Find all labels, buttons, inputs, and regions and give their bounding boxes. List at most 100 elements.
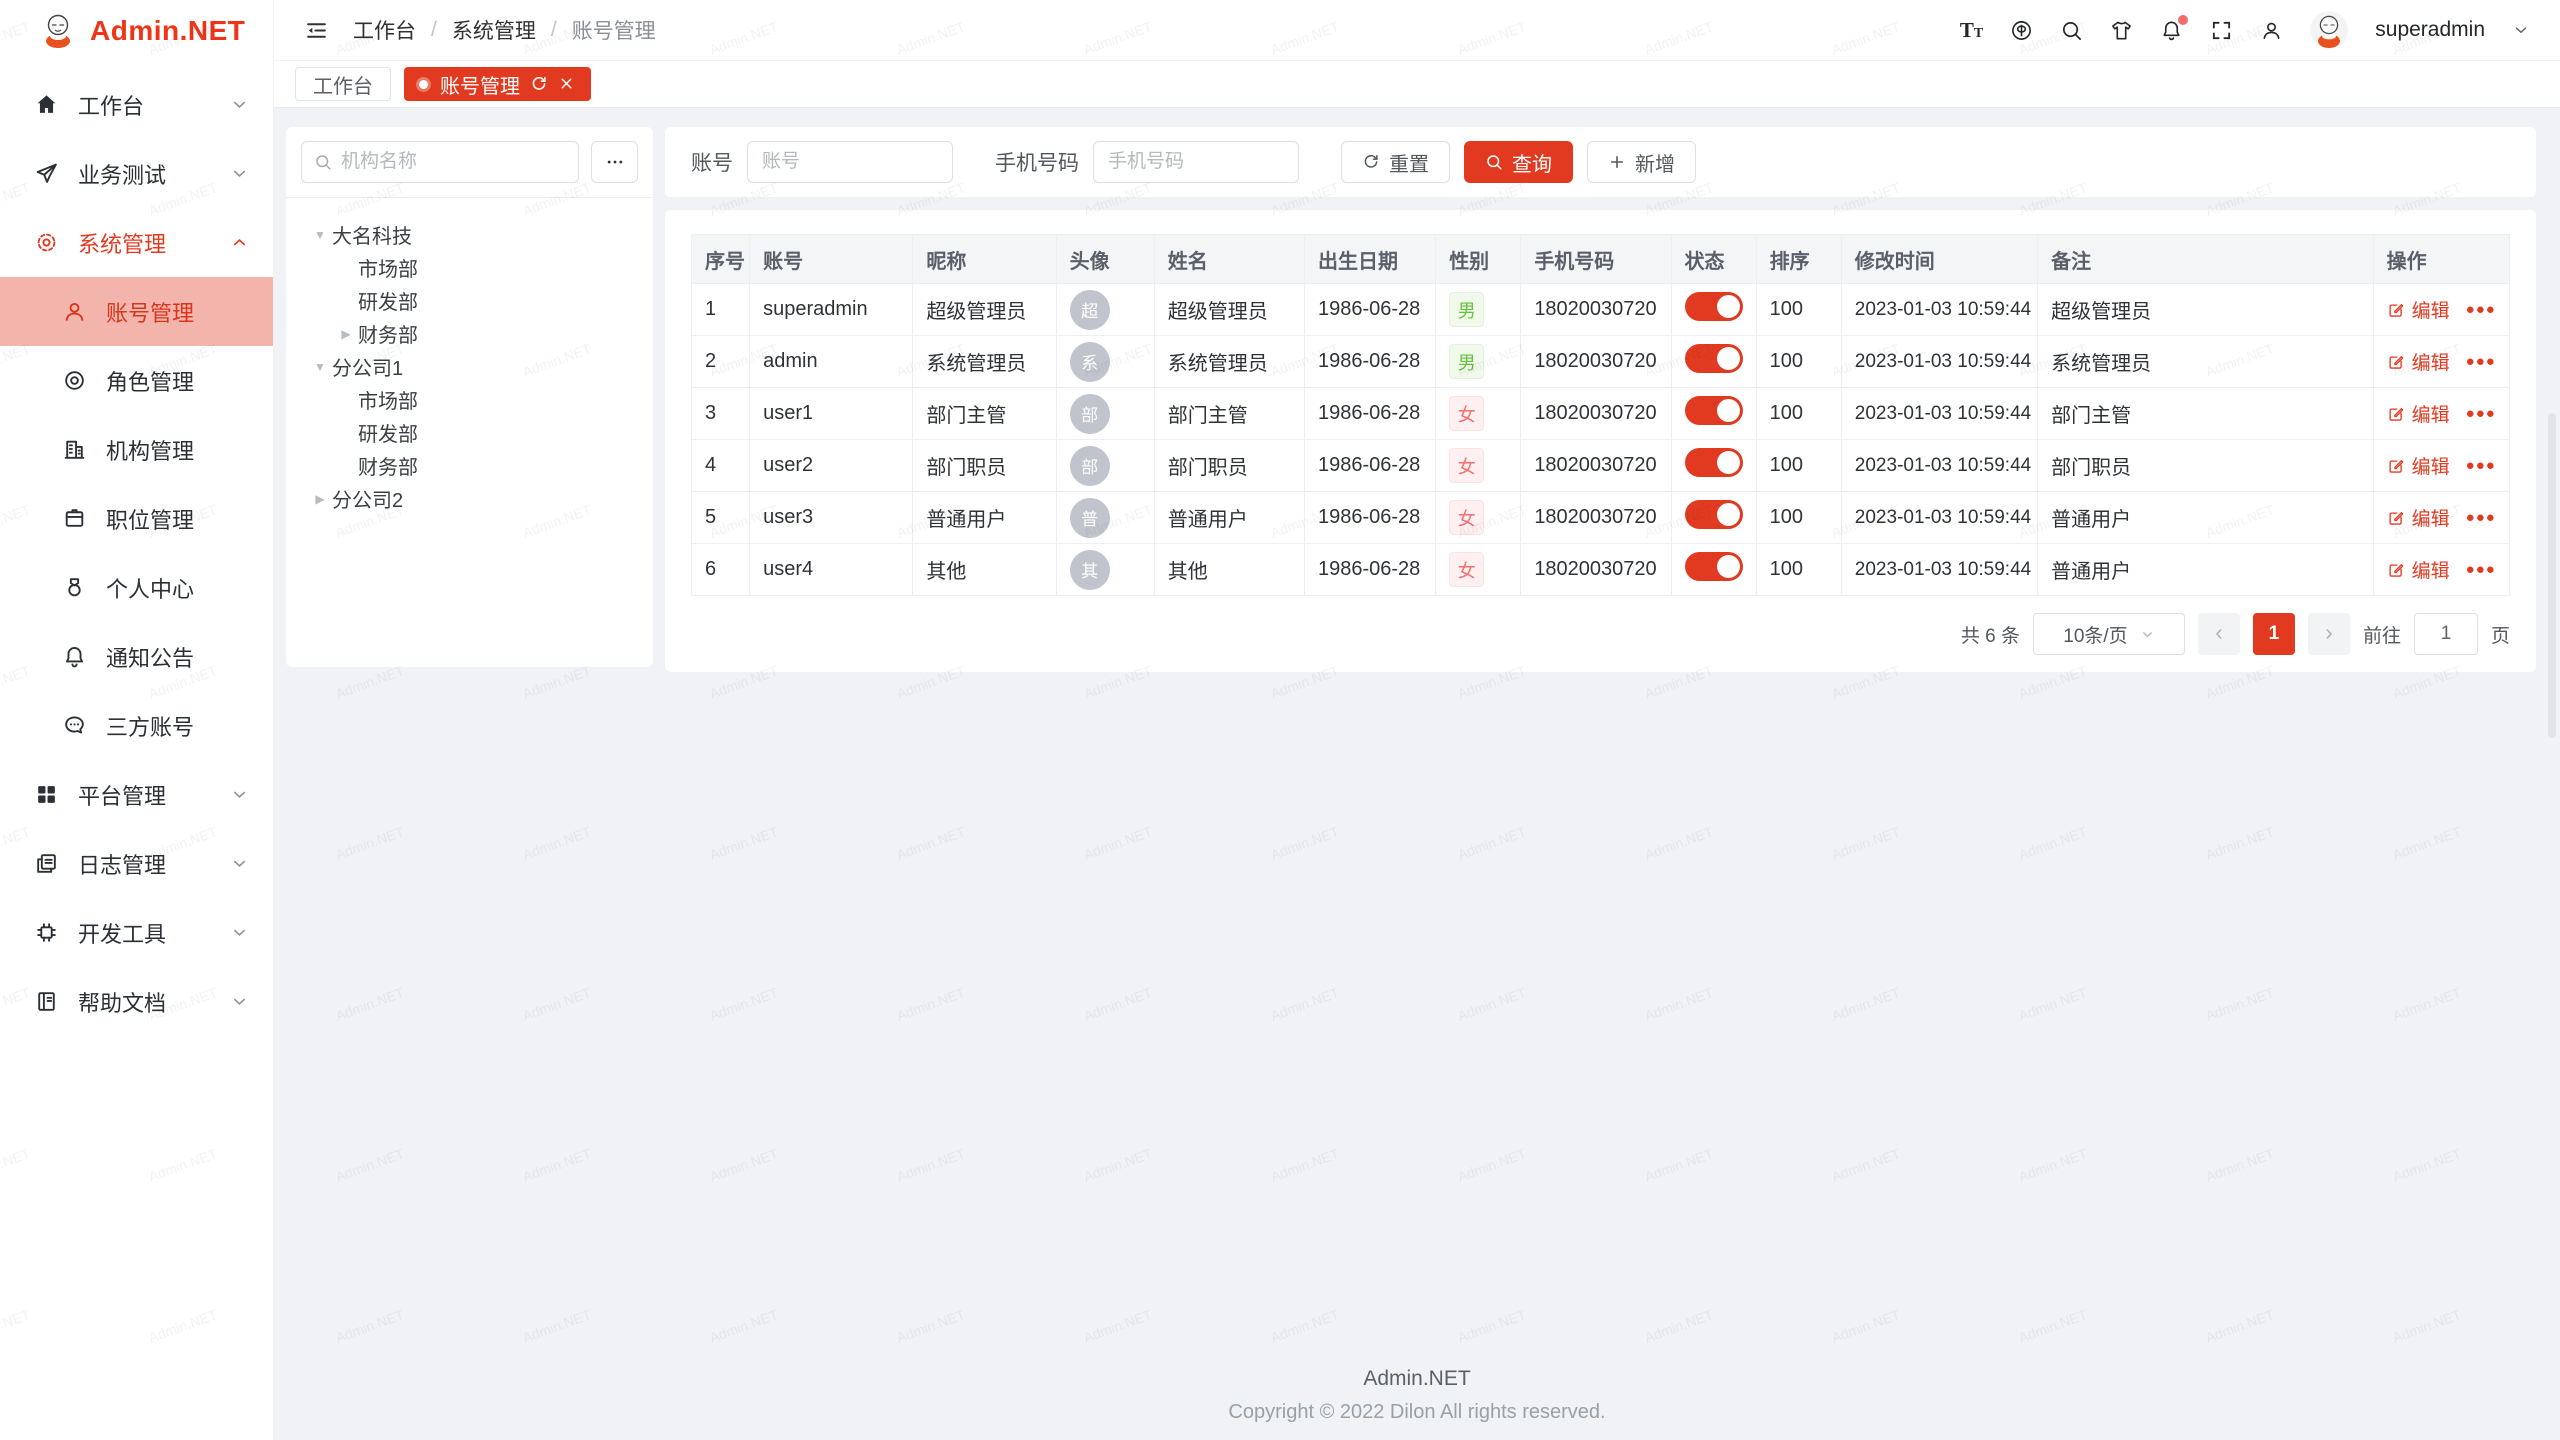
edit-button[interactable]: 编辑	[2387, 400, 2450, 427]
sidebar-item-label: 业务测试	[78, 158, 230, 190]
sidebar-item-账号管理[interactable]: 账号管理	[0, 277, 273, 346]
next-page-button[interactable]	[2308, 613, 2350, 655]
cell-name: 其他	[1154, 544, 1304, 596]
sidebar-item-机构管理[interactable]: 机构管理	[0, 415, 273, 484]
cell-sort: 100	[1756, 284, 1841, 336]
row-more-button[interactable]: ●●●	[2466, 457, 2496, 474]
column-header-出生日期: 出生日期	[1304, 235, 1435, 284]
org-tree-panel: ▼大名科技市场部研发部▶财务部▼分公司1市场部研发部财务部▶分公司2	[286, 127, 653, 667]
sidebar-item-业务测试[interactable]: 业务测试	[0, 139, 273, 208]
language-icon[interactable]	[2010, 19, 2033, 42]
cell-birth: 1986-06-28	[1304, 544, 1435, 596]
sidebar-item-系统管理[interactable]: 系统管理	[0, 208, 273, 277]
breadcrumb-item[interactable]: 系统管理	[452, 15, 536, 45]
chevron-down-icon[interactable]	[2512, 21, 2530, 39]
edit-button[interactable]: 编辑	[2387, 452, 2450, 479]
tree-node-市场部[interactable]: 市场部	[298, 383, 641, 416]
tree-node-label: 研发部	[358, 286, 418, 315]
sidebar-item-日志管理[interactable]: 日志管理	[0, 829, 273, 898]
org-more-button[interactable]	[591, 141, 638, 183]
cell-seq: 6	[692, 544, 750, 596]
cell-remark: 普通用户	[2038, 544, 2374, 596]
row-more-button[interactable]: ●●●	[2466, 509, 2496, 526]
phone-filter-input[interactable]	[1093, 141, 1299, 183]
tree-node-财务部[interactable]: 财务部	[298, 449, 641, 482]
person-icon[interactable]	[2260, 19, 2283, 42]
tree-node-分公司2[interactable]: ▶分公司2	[298, 482, 641, 515]
sidebar-item-工作台[interactable]: 工作台	[0, 70, 273, 139]
status-toggle[interactable]	[1685, 344, 1743, 373]
sidebar-item-个人中心[interactable]: 个人中心	[0, 553, 273, 622]
cell-phone: 18020030720	[1521, 440, 1671, 492]
status-toggle[interactable]	[1685, 292, 1743, 321]
username[interactable]: superadmin	[2375, 18, 2485, 42]
sidebar-item-label: 个人中心	[106, 572, 249, 604]
goto-page-input[interactable]	[2414, 613, 2478, 655]
column-header-序号: 序号	[692, 235, 750, 284]
table-row: 4user2部门职员部部门职员1986-06-28女18020030720100…	[692, 440, 2510, 492]
tree-node-财务部[interactable]: ▶财务部	[298, 317, 641, 350]
row-more-button[interactable]: ●●●	[2466, 405, 2496, 422]
app-title: Admin.NET	[90, 15, 245, 47]
sidebar-item-三方账号[interactable]: 三方账号	[0, 691, 273, 760]
row-more-button[interactable]: ●●●	[2466, 561, 2496, 578]
tab-refresh-icon[interactable]	[530, 75, 548, 93]
tab-close-icon[interactable]	[558, 75, 576, 93]
send-icon	[34, 161, 59, 186]
tree-node-研发部[interactable]: 研发部	[298, 284, 641, 317]
breadcrumb-item[interactable]: 工作台	[353, 15, 416, 45]
scrollbar[interactable]	[2548, 413, 2556, 738]
org-search-input[interactable]	[341, 151, 566, 173]
tree-caret-icon[interactable]: ▼	[308, 228, 332, 242]
page-number-current[interactable]: 1	[2253, 613, 2295, 655]
column-header-昵称: 昵称	[913, 235, 1056, 284]
font-size-icon[interactable]: TT	[1960, 18, 1983, 43]
row-more-button[interactable]: ●●●	[2466, 301, 2496, 318]
page-size-select[interactable]: 10条/页	[2033, 613, 2185, 655]
sidebar-item-职位管理[interactable]: 职位管理	[0, 484, 273, 553]
tree-node-分公司1[interactable]: ▼分公司1	[298, 350, 641, 383]
tree-node-大名科技[interactable]: ▼大名科技	[298, 218, 641, 251]
user-avatar[interactable]	[2310, 11, 2348, 49]
row-more-button[interactable]: ●●●	[2466, 353, 2496, 370]
edit-button[interactable]: 编辑	[2387, 348, 2450, 375]
sidebar-item-角色管理[interactable]: 角色管理	[0, 346, 273, 415]
prev-page-button[interactable]	[2198, 613, 2240, 655]
bell-icon[interactable]	[2160, 19, 2183, 42]
header-actions: TT	[1960, 11, 2530, 49]
cell-time: 2023-01-03 10:59:44	[1841, 388, 2037, 440]
cell-seq: 5	[692, 492, 750, 544]
reset-button[interactable]: 重置	[1341, 141, 1450, 183]
account-filter-input[interactable]	[747, 141, 953, 183]
row-avatar: 普	[1070, 498, 1110, 538]
status-toggle[interactable]	[1685, 396, 1743, 425]
tree-node-label: 大名科技	[332, 220, 412, 249]
tree-node-市场部[interactable]: 市场部	[298, 251, 641, 284]
filter-bar: 账号 手机号码 重置 查询	[665, 127, 2536, 197]
status-toggle[interactable]	[1685, 448, 1743, 477]
query-button[interactable]: 查询	[1464, 141, 1573, 183]
tree-caret-icon[interactable]: ▶	[334, 327, 358, 341]
sidebar-item-开发工具[interactable]: 开发工具	[0, 898, 273, 967]
cell-phone: 18020030720	[1521, 336, 1671, 388]
tree-node-研发部[interactable]: 研发部	[298, 416, 641, 449]
breadcrumb: 工作台 / 系统管理 / 账号管理	[353, 15, 656, 45]
tab-account-management[interactable]: 账号管理	[404, 67, 591, 101]
edit-button[interactable]: 编辑	[2387, 556, 2450, 583]
tree-caret-icon[interactable]: ▶	[308, 492, 332, 506]
edit-button[interactable]: 编辑	[2387, 296, 2450, 323]
sidebar-item-通知公告[interactable]: 通知公告	[0, 622, 273, 691]
tab-workbench[interactable]: 工作台	[295, 67, 391, 101]
search-icon[interactable]	[2060, 19, 2083, 42]
table-row: 2admin系统管理员系系统管理员1986-06-28男180200307201…	[692, 336, 2510, 388]
menu-fold-icon[interactable]	[304, 18, 329, 43]
status-toggle[interactable]	[1685, 552, 1743, 581]
theme-icon[interactable]	[2110, 19, 2133, 42]
status-toggle[interactable]	[1685, 500, 1743, 529]
sidebar-item-帮助文档[interactable]: 帮助文档	[0, 967, 273, 1036]
sidebar-item-平台管理[interactable]: 平台管理	[0, 760, 273, 829]
tree-caret-icon[interactable]: ▼	[308, 360, 332, 374]
add-button[interactable]: 新增	[1587, 141, 1696, 183]
edit-button[interactable]: 编辑	[2387, 504, 2450, 531]
fullscreen-icon[interactable]	[2210, 19, 2233, 42]
